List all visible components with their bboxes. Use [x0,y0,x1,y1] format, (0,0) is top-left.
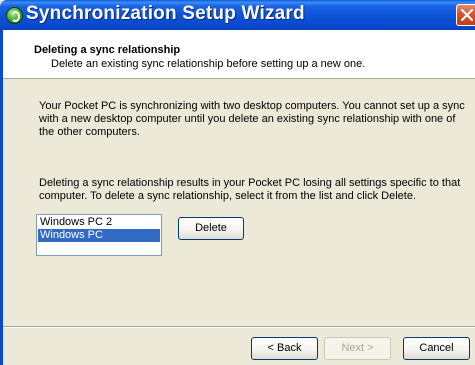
window-title: Synchronization Setup Wizard [26,3,305,24]
instruction-paragraph: Deleting a sync relationship results in … [39,177,461,202]
footer-divider [3,326,475,328]
close-button[interactable] [456,4,475,26]
list-item[interactable]: Windows PC 2 [38,216,160,229]
sync-relationships-list[interactable]: Windows PC 2 Windows PC [36,214,162,256]
window-left-border [0,30,3,365]
cancel-button[interactable]: Cancel [403,337,470,360]
next-button[interactable]: Next > [324,337,391,360]
delete-button[interactable]: Delete [178,217,244,240]
sync-icon [6,7,23,24]
close-icon [461,9,473,21]
back-button[interactable]: < Back [251,337,318,360]
title-bar[interactable]: Synchronization Setup Wizard [0,0,475,30]
wizard-header: Deleting a sync relationship Delete an e… [3,30,475,79]
header-subtitle: Delete an existing sync relationship bef… [51,58,366,70]
info-paragraph: Your Pocket PC is synchronizing with two… [39,100,465,138]
header-title: Deleting a sync relationship [34,44,181,56]
list-item-selected[interactable]: Windows PC [38,229,160,242]
wizard-window: Synchronization Setup Wizard Deleting a … [0,0,475,365]
